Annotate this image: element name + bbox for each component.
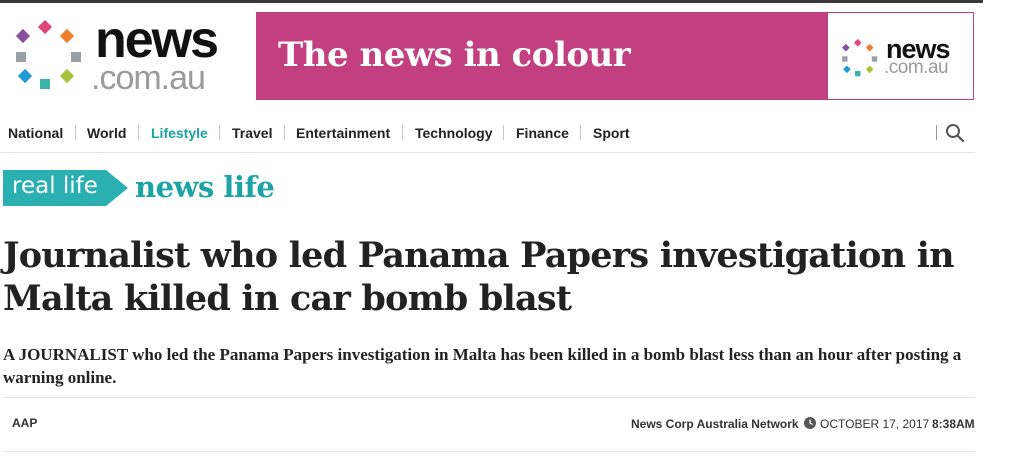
divider (3, 397, 975, 398)
divider (3, 451, 975, 452)
article-headline: Journalist who led Panama Papers investi… (3, 235, 955, 319)
nav-separator (503, 125, 504, 140)
site-logo[interactable]: news .com.au (13, 14, 225, 97)
banner-logo-domain: .com.au (884, 57, 949, 78)
nav-separator (138, 125, 139, 140)
nav-separator (580, 125, 581, 140)
nav-item-entertainment[interactable]: Entertainment (296, 125, 390, 141)
article-byline: AAP (12, 416, 38, 430)
section-name-link[interactable]: news life (135, 170, 275, 204)
nav-item-technology[interactable]: Technology (415, 125, 493, 141)
nav-item-national[interactable]: National (8, 125, 63, 141)
banner-logo-box: news .com.au (828, 13, 973, 99)
search-icon[interactable] (945, 123, 965, 143)
banner-logo-dots-icon (842, 39, 878, 77)
nav-separator (75, 125, 76, 140)
nav-separator (219, 125, 220, 140)
nav-item-finance[interactable]: Finance (516, 125, 569, 141)
article-standfirst: A JOURNALIST who led the Panama Papers i… (3, 345, 962, 387)
tag-label: real life (12, 173, 98, 199)
nav-item-sport[interactable]: Sport (593, 125, 630, 141)
banner-text: The news in colour (278, 35, 631, 75)
tag-arrow (106, 170, 128, 206)
clock-icon (804, 417, 816, 429)
nav-item-travel[interactable]: Travel (232, 125, 272, 141)
nav-separator (284, 125, 285, 140)
main-nav: National World Lifestyle Travel Entertai… (0, 121, 975, 153)
nav-item-lifestyle[interactable]: Lifestyle (151, 125, 208, 141)
nav-separator (402, 125, 403, 140)
logo-dots-icon (15, 20, 81, 89)
search-separator (936, 125, 937, 140)
nav-item-world[interactable]: World (87, 125, 126, 141)
top-border (0, 0, 983, 3)
banner-ad[interactable]: The news in colour news .com.au (256, 12, 974, 100)
article-date: OCTOBER 17, 2017 (820, 417, 930, 431)
logo-domain-text: .com.au (91, 59, 206, 97)
article-source: News Corp Australia Network (631, 417, 799, 431)
article-time: 8:38AM (932, 417, 975, 431)
